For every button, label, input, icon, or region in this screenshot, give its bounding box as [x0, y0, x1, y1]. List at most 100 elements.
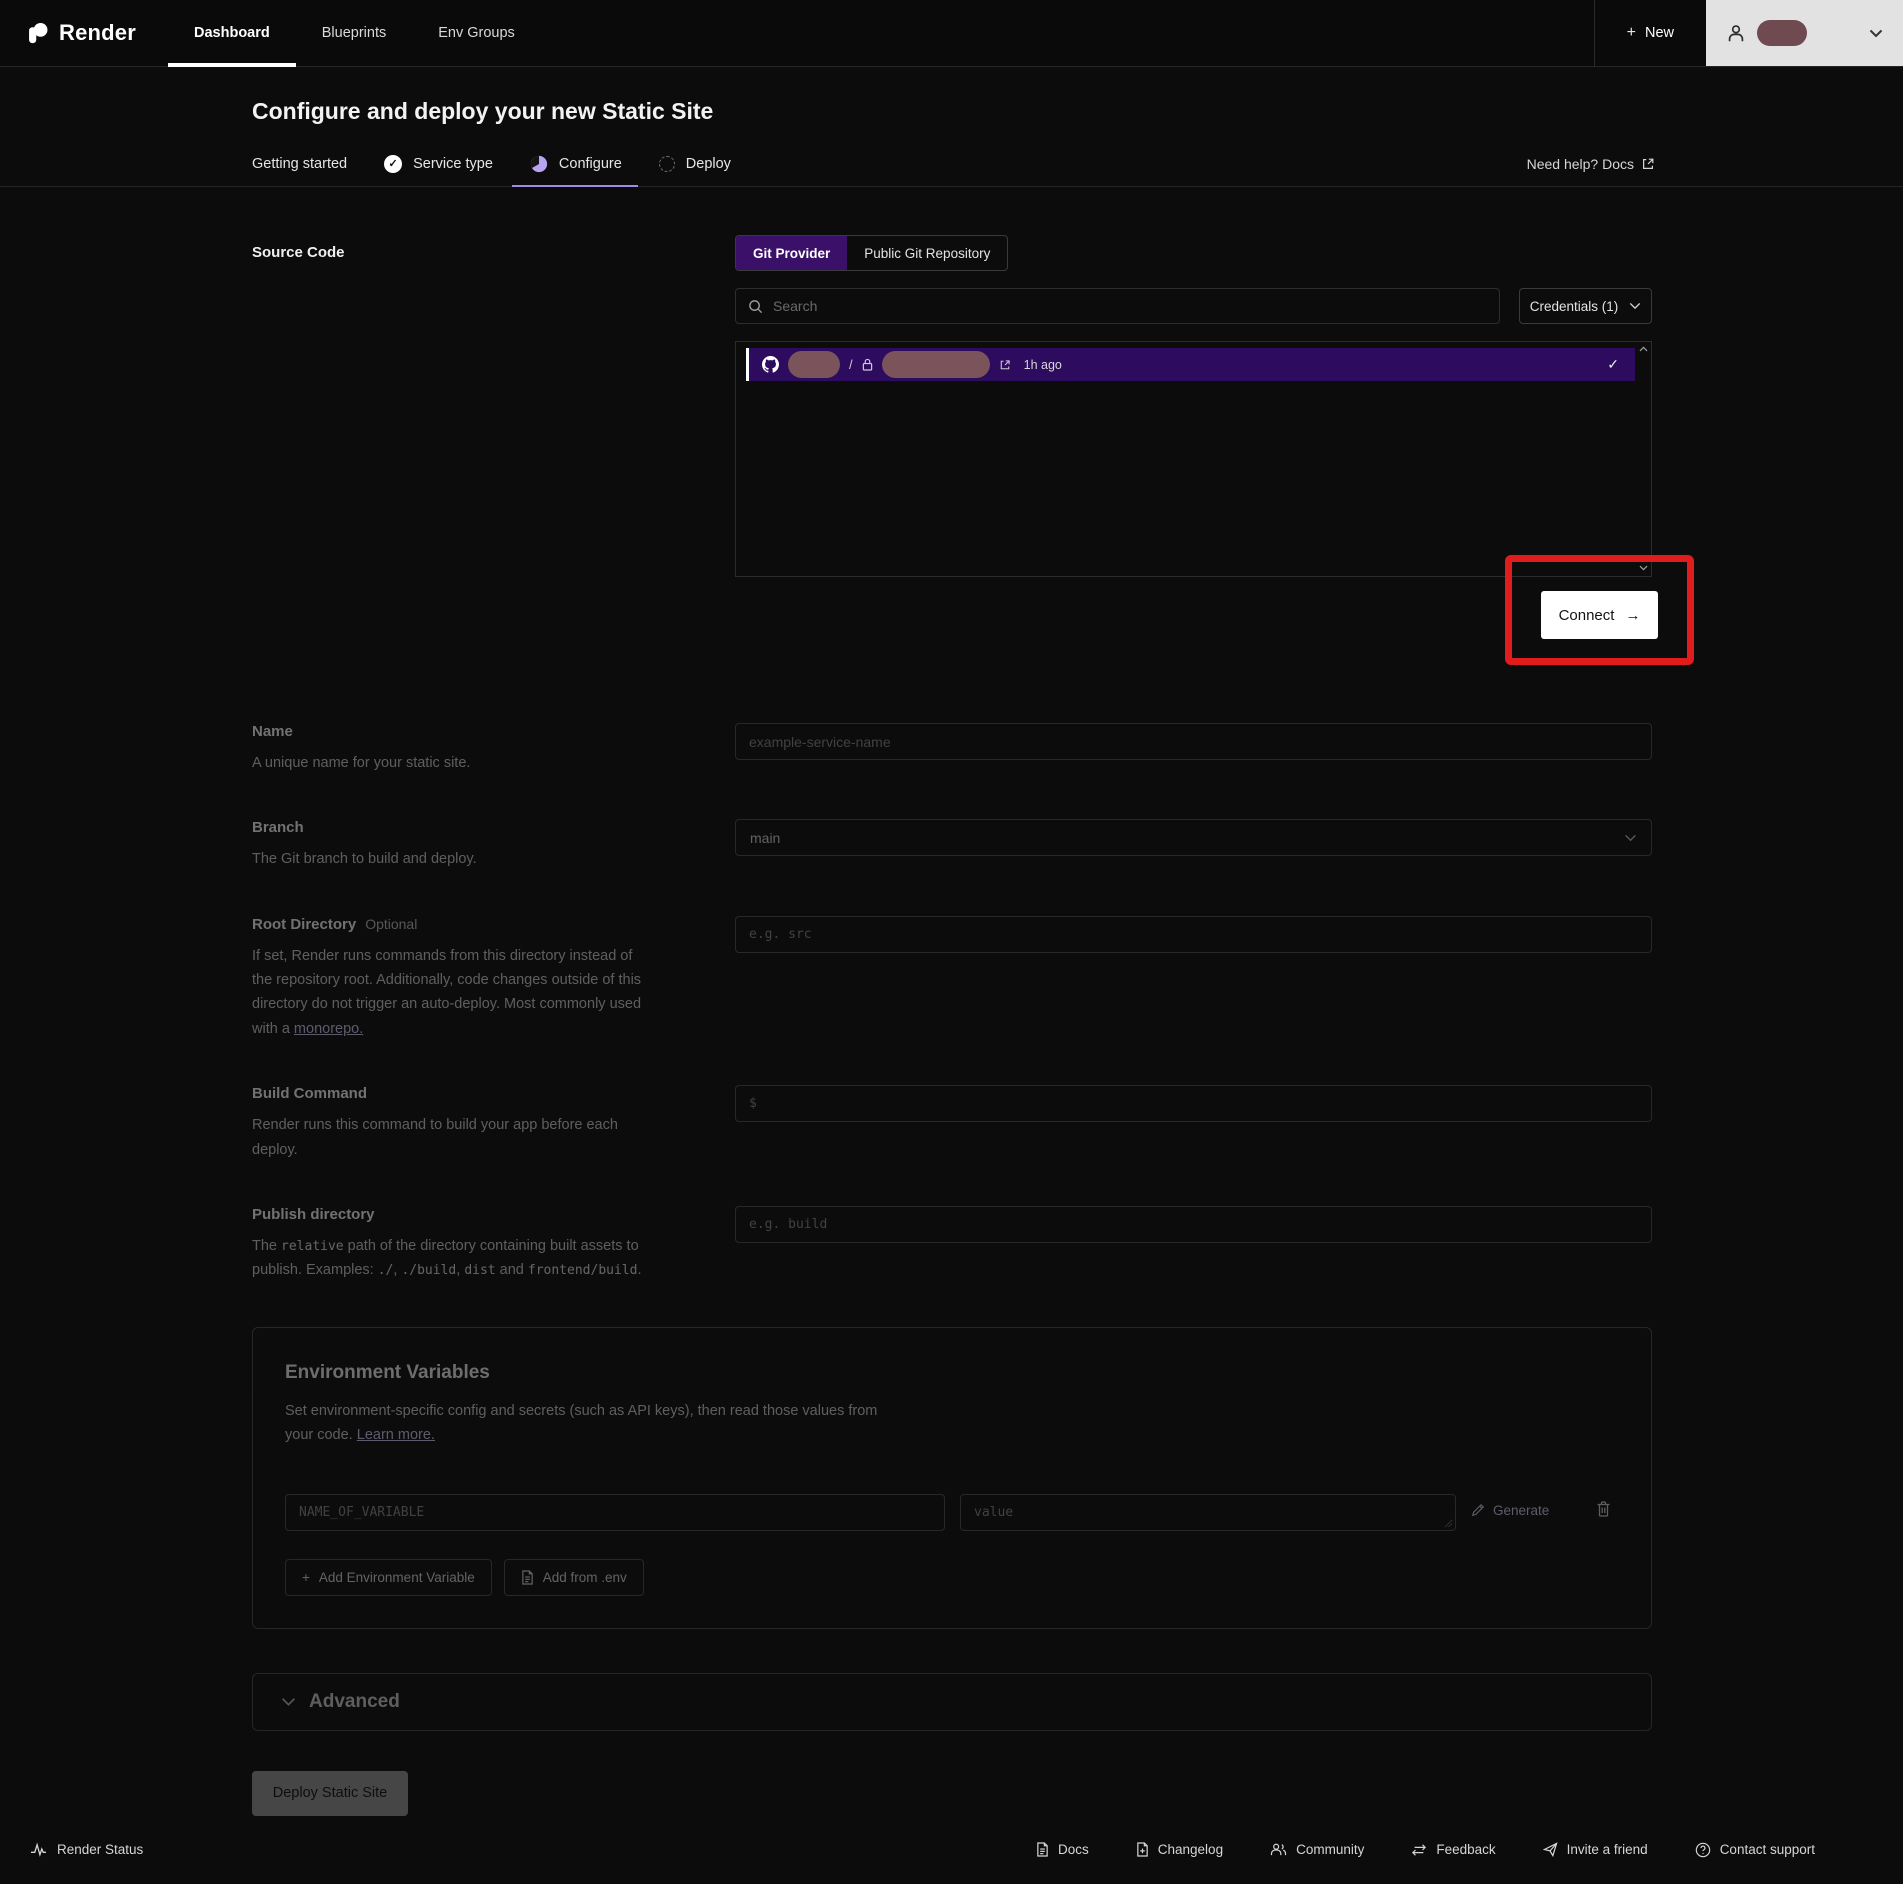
paper-plane-icon: [1542, 1842, 1558, 1858]
root-directory-input[interactable]: [735, 915, 1652, 953]
header-right: + New: [1593, 0, 1903, 66]
advanced-toggle[interactable]: Advanced: [252, 1672, 1652, 1731]
name-label: Name: [252, 723, 293, 740]
repository-list: / 1h ago ✓: [735, 341, 1652, 577]
scroll-up-icon: [1639, 346, 1648, 352]
footer-contact-support-link[interactable]: Contact support: [1695, 1842, 1815, 1858]
tab-public-git-repository[interactable]: Public Git Repository: [847, 236, 1007, 270]
root-directory-desc: If set, Render runs commands from this d…: [252, 947, 642, 1037]
repo-search: [735, 288, 1500, 324]
dollar-prefix: $: [749, 1096, 757, 1112]
docs-icon: [1036, 1842, 1049, 1857]
arrow-right-icon: →: [1625, 606, 1641, 624]
step-deploy[interactable]: Deploy: [658, 141, 731, 186]
render-logo-icon: [26, 22, 49, 45]
source-code-label: Source Code: [252, 244, 345, 261]
name-field-row: Name A unique name for your static site.: [252, 723, 1652, 775]
plus-icon: +: [302, 1569, 310, 1585]
connect-area: Connect →: [735, 555, 1694, 699]
step-progress-icon: [530, 155, 548, 173]
step-getting-started[interactable]: Getting started: [252, 141, 347, 186]
branch-select[interactable]: main: [735, 819, 1652, 857]
publish-directory-input[interactable]: [735, 1205, 1652, 1243]
credentials-dropdown[interactable]: Credentials (1): [1519, 288, 1652, 324]
learn-more-link[interactable]: Learn more.: [357, 1427, 435, 1443]
github-icon: [762, 356, 779, 373]
external-link-icon: [1641, 157, 1655, 171]
step-configure[interactable]: Configure: [511, 141, 638, 187]
question-circle-icon: [1695, 1842, 1711, 1858]
build-command-field-row: Build Command Render runs this command t…: [252, 1085, 1652, 1162]
file-icon: [521, 1570, 534, 1585]
wizard-steps: Getting started ✓ Service type Configure…: [0, 141, 1903, 187]
generate-button[interactable]: Generate: [1471, 1503, 1549, 1518]
env-var-name-input[interactable]: [285, 1493, 945, 1531]
repo-updated-time: 1h ago: [1023, 357, 1062, 372]
branch-desc: The Git branch to build and deploy.: [252, 851, 477, 868]
search-input[interactable]: [773, 298, 1487, 314]
branch-label: Branch: [252, 819, 304, 837]
source-code-section: Source Code Git Provider Public Git Repo…: [252, 235, 1903, 699]
deploy-static-site-button[interactable]: Deploy Static Site: [252, 1770, 408, 1816]
new-button-label: New: [1644, 25, 1674, 41]
delete-variable-button[interactable]: [1596, 1501, 1611, 1517]
disabled-form-area: Name A unique name for your static site.…: [252, 723, 1652, 1816]
need-help-docs-link[interactable]: Need help? Docs: [1527, 156, 1655, 172]
footer: Render Status Docs Changelog Community F…: [0, 1816, 1903, 1884]
render-status-link[interactable]: Render Status: [30, 1842, 143, 1857]
search-icon: [748, 299, 763, 314]
repo-row-selected[interactable]: / 1h ago ✓: [746, 348, 1635, 381]
environment-variables-card: Environment Variables Set environment-sp…: [252, 1326, 1652, 1629]
chevron-down-icon: [281, 1697, 296, 1707]
status-pulse-icon: [30, 1842, 47, 1858]
main-content: Configure and deploy your new Static Sit…: [0, 67, 1903, 1816]
source-tabs: Git Provider Public Git Repository: [735, 235, 1009, 271]
resize-handle-icon[interactable]: [1444, 1519, 1453, 1528]
external-link-icon: [999, 359, 1011, 371]
list-scrollbar[interactable]: [1636, 342, 1651, 576]
chevron-down-icon: [1869, 29, 1883, 38]
footer-changelog-link[interactable]: Changelog: [1136, 1842, 1223, 1858]
footer-community-link[interactable]: Community: [1270, 1842, 1364, 1858]
chevron-down-icon: [1624, 834, 1637, 842]
page-title: Configure and deploy your new Static Sit…: [252, 98, 714, 124]
connect-button[interactable]: Connect →: [1541, 591, 1658, 639]
publish-directory-desc: The relative path of the directory conta…: [252, 1237, 642, 1279]
env-var-row: Generate: [285, 1493, 1619, 1531]
redacted-repo-owner: [788, 351, 840, 378]
advanced-label: Advanced: [309, 1690, 400, 1712]
redacted-username: [1757, 20, 1807, 46]
account-menu[interactable]: [1706, 0, 1903, 66]
feedback-arrows-icon: [1411, 1843, 1427, 1857]
publish-directory-field-row: Publish directory The relative path of t…: [252, 1205, 1652, 1283]
top-navigation: Render Dashboard Blueprints Env Groups +…: [0, 0, 1903, 67]
env-vars-desc: Set environment-specific config and secr…: [285, 1402, 878, 1444]
footer-feedback-link[interactable]: Feedback: [1411, 1842, 1496, 1858]
nav-tab-env-groups[interactable]: Env Groups: [412, 0, 541, 66]
name-desc: A unique name for your static site.: [252, 755, 471, 771]
annotation-highlight: Connect →: [1505, 555, 1694, 665]
changelog-icon: [1136, 1842, 1149, 1857]
monorepo-link[interactable]: monorepo.: [294, 1021, 363, 1037]
step-service-type[interactable]: ✓ Service type: [384, 141, 493, 186]
build-command-input[interactable]: [765, 1096, 1638, 1112]
add-environment-variable-button[interactable]: + Add Environment Variable: [285, 1558, 492, 1596]
footer-docs-link[interactable]: Docs: [1036, 1842, 1089, 1858]
name-input[interactable]: [735, 723, 1652, 760]
tab-git-provider[interactable]: Git Provider: [736, 236, 848, 270]
root-directory-label: Root Directory Optional: [252, 915, 418, 933]
env-var-value-input[interactable]: [960, 1493, 1456, 1531]
build-command-label: Build Command: [252, 1085, 367, 1103]
render-logo[interactable]: Render: [0, 0, 168, 66]
new-button[interactable]: + New: [1593, 0, 1706, 66]
nav-tab-dashboard[interactable]: Dashboard: [168, 0, 296, 67]
nav-tab-blueprints[interactable]: Blueprints: [296, 0, 412, 66]
user-icon: [1725, 22, 1747, 44]
top-nav-tabs: Dashboard Blueprints Env Groups: [168, 0, 541, 67]
plus-icon: +: [1626, 24, 1636, 41]
pencil-icon: [1471, 1503, 1485, 1517]
community-icon: [1270, 1842, 1287, 1857]
footer-invite-friend-link[interactable]: Invite a friend: [1542, 1842, 1648, 1858]
add-from-env-button[interactable]: Add from .env: [503, 1558, 644, 1596]
redacted-repo-name: [881, 351, 990, 378]
